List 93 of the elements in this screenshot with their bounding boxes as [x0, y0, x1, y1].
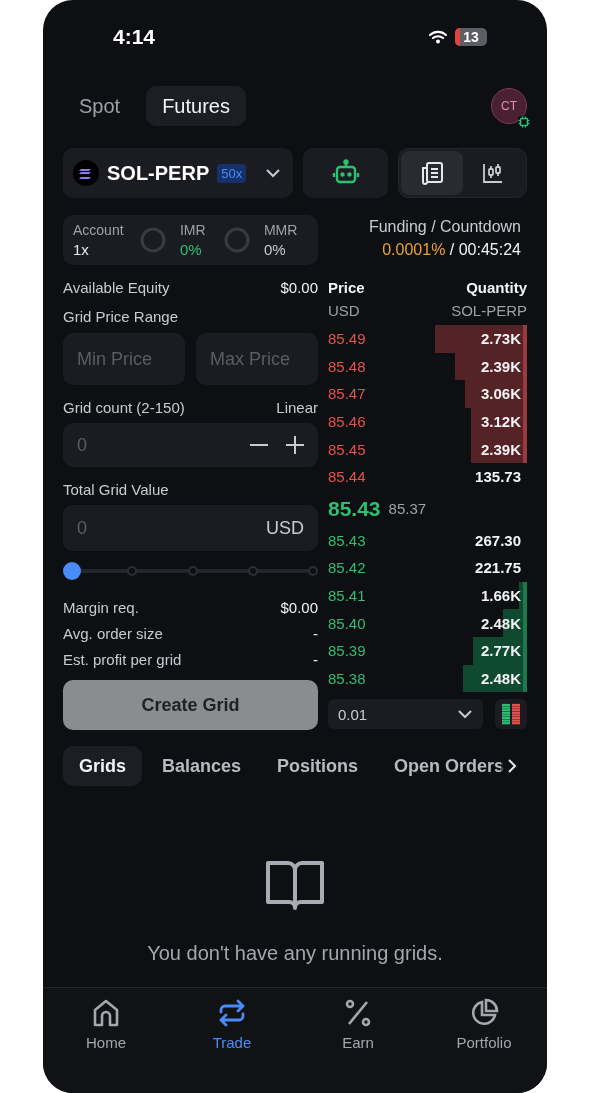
section-tab[interactable]: Positions: [261, 746, 375, 786]
column-header: Quantity: [466, 279, 527, 296]
mark-price: 85.37: [388, 500, 427, 518]
section-tab[interactable]: Grids: [63, 746, 142, 786]
price-cell[interactable]: 85.42: [328, 559, 366, 577]
chevron-right-icon: [507, 758, 517, 774]
market-selector[interactable]: SOL-PERP 50x: [63, 148, 293, 198]
quantity-cell: 2.39K: [480, 440, 521, 458]
market-type-tab[interactable]: Spot: [63, 86, 137, 126]
step-dot[interactable]: [308, 566, 318, 576]
battery-indicator: 13: [455, 28, 487, 46]
clock-time: 4:14: [113, 25, 156, 49]
quantity-cell: 3.06K: [480, 385, 521, 403]
depth-bar: [463, 664, 527, 693]
price-cell[interactable]: 85.44: [328, 468, 366, 486]
nav-tab[interactable]: Portfolio: [421, 998, 547, 1060]
amount-slider[interactable]: [63, 561, 318, 581]
grid-mode-label[interactable]: Linear: [276, 398, 318, 416]
grid-count-label: Grid count (2-150): [63, 398, 185, 416]
column-unit: USD: [328, 302, 360, 319]
grid-value-field[interactable]: 0 USD: [63, 505, 318, 551]
equity-value: $0.00: [280, 278, 318, 296]
price-cell[interactable]: 85.48: [328, 357, 366, 375]
nav-tab[interactable]: Trade: [169, 998, 295, 1060]
quantity-cell: 3.12K: [480, 413, 521, 431]
countdown-timer: 00:45:24: [458, 241, 521, 258]
tick-size-dropdown[interactable]: 0.01: [328, 699, 483, 730]
section-tab[interactable]: Open Orders: [378, 746, 521, 786]
swap-arrows-icon: [217, 998, 247, 1028]
summary-label: Est. profit per grid: [63, 650, 182, 668]
ratio-value: 0%: [179, 240, 203, 259]
summary-value: -: [313, 650, 318, 668]
column-header: Price: [328, 279, 365, 296]
separator: /: [449, 241, 455, 258]
step-dot[interactable]: [127, 566, 138, 576]
leverage-value: 1x: [73, 240, 90, 259]
pie-chart-icon: [469, 998, 499, 1028]
depth-bar: [471, 435, 527, 463]
summary-label: Avg. order size: [63, 624, 163, 642]
plus-icon[interactable]: [286, 436, 304, 454]
chevron-down-icon: [457, 709, 473, 720]
quantity-cell: 267.30: [475, 531, 521, 549]
section-tab[interactable]: Balances: [146, 746, 258, 786]
home-icon: [92, 998, 120, 1028]
price-cell[interactable]: 85.46: [328, 413, 366, 431]
quantity-cell: 2.48K: [480, 669, 521, 687]
last-price: 85.43: [328, 496, 381, 521]
chip-icon: [517, 115, 531, 129]
empty-message: You don't have any running grids.: [147, 942, 443, 965]
price-cell[interactable]: 85.41: [328, 587, 366, 605]
book-layout-button[interactable]: [495, 699, 527, 730]
column-unit: SOL-PERP: [451, 302, 527, 319]
summary-value: -: [313, 624, 318, 642]
price-cell[interactable]: 85.43: [328, 531, 366, 549]
grid-value-label: Total Grid Value: [63, 480, 169, 498]
quantity-cell: 1.66K: [480, 587, 521, 605]
depth-layout-icon: [501, 703, 521, 726]
quantity-cell: 2.73K: [480, 330, 521, 348]
range-label: Grid Price Range: [63, 307, 179, 325]
funding-rate: 0.0001%: [382, 241, 446, 258]
account-label: Account: [73, 221, 125, 240]
slider-thumb[interactable]: [63, 562, 81, 580]
price-cell[interactable]: 85.49: [328, 330, 366, 348]
quantity-cell: 221.75: [475, 559, 521, 577]
chevron-down-icon: [265, 168, 281, 178]
price-cell[interactable]: 85.39: [328, 642, 366, 660]
bot-button[interactable]: [303, 148, 388, 198]
funding-label: Funding / Countdown: [368, 217, 521, 237]
ratio-label: IMR: [179, 221, 206, 240]
quantity-cell: 135.73: [475, 468, 521, 486]
ratio-value: 0%: [263, 240, 287, 259]
summary-label: Margin req.: [63, 598, 139, 616]
summary-value: $0.00: [280, 598, 318, 616]
step-dot[interactable]: [187, 566, 198, 576]
ratio-gauge: [139, 227, 166, 253]
quantity-cell: 2.39K: [480, 357, 521, 375]
price-cell[interactable]: 85.47: [328, 385, 366, 403]
quantity-cell: 2.77K: [480, 642, 521, 660]
ratio-label: MMR: [263, 221, 298, 240]
step-dot[interactable]: [247, 566, 258, 576]
nav-tab[interactable]: Home: [43, 998, 169, 1060]
view-toggle-button[interactable]: [401, 151, 463, 195]
ratio-gauge: [223, 227, 250, 253]
quantity-cell: 2.48K: [480, 614, 521, 632]
price-cell[interactable]: 85.40: [328, 614, 366, 632]
nav-tab[interactable]: Earn: [295, 998, 421, 1060]
equity-label: Available Equity: [63, 278, 170, 296]
market-type-tab[interactable]: Futures: [146, 86, 246, 126]
price-cell[interactable]: 85.45: [328, 440, 366, 458]
price-cell[interactable]: 85.38: [328, 669, 366, 687]
wifi-icon: [429, 30, 447, 44]
coin-icon: [73, 160, 99, 186]
percent-icon: [344, 998, 372, 1028]
